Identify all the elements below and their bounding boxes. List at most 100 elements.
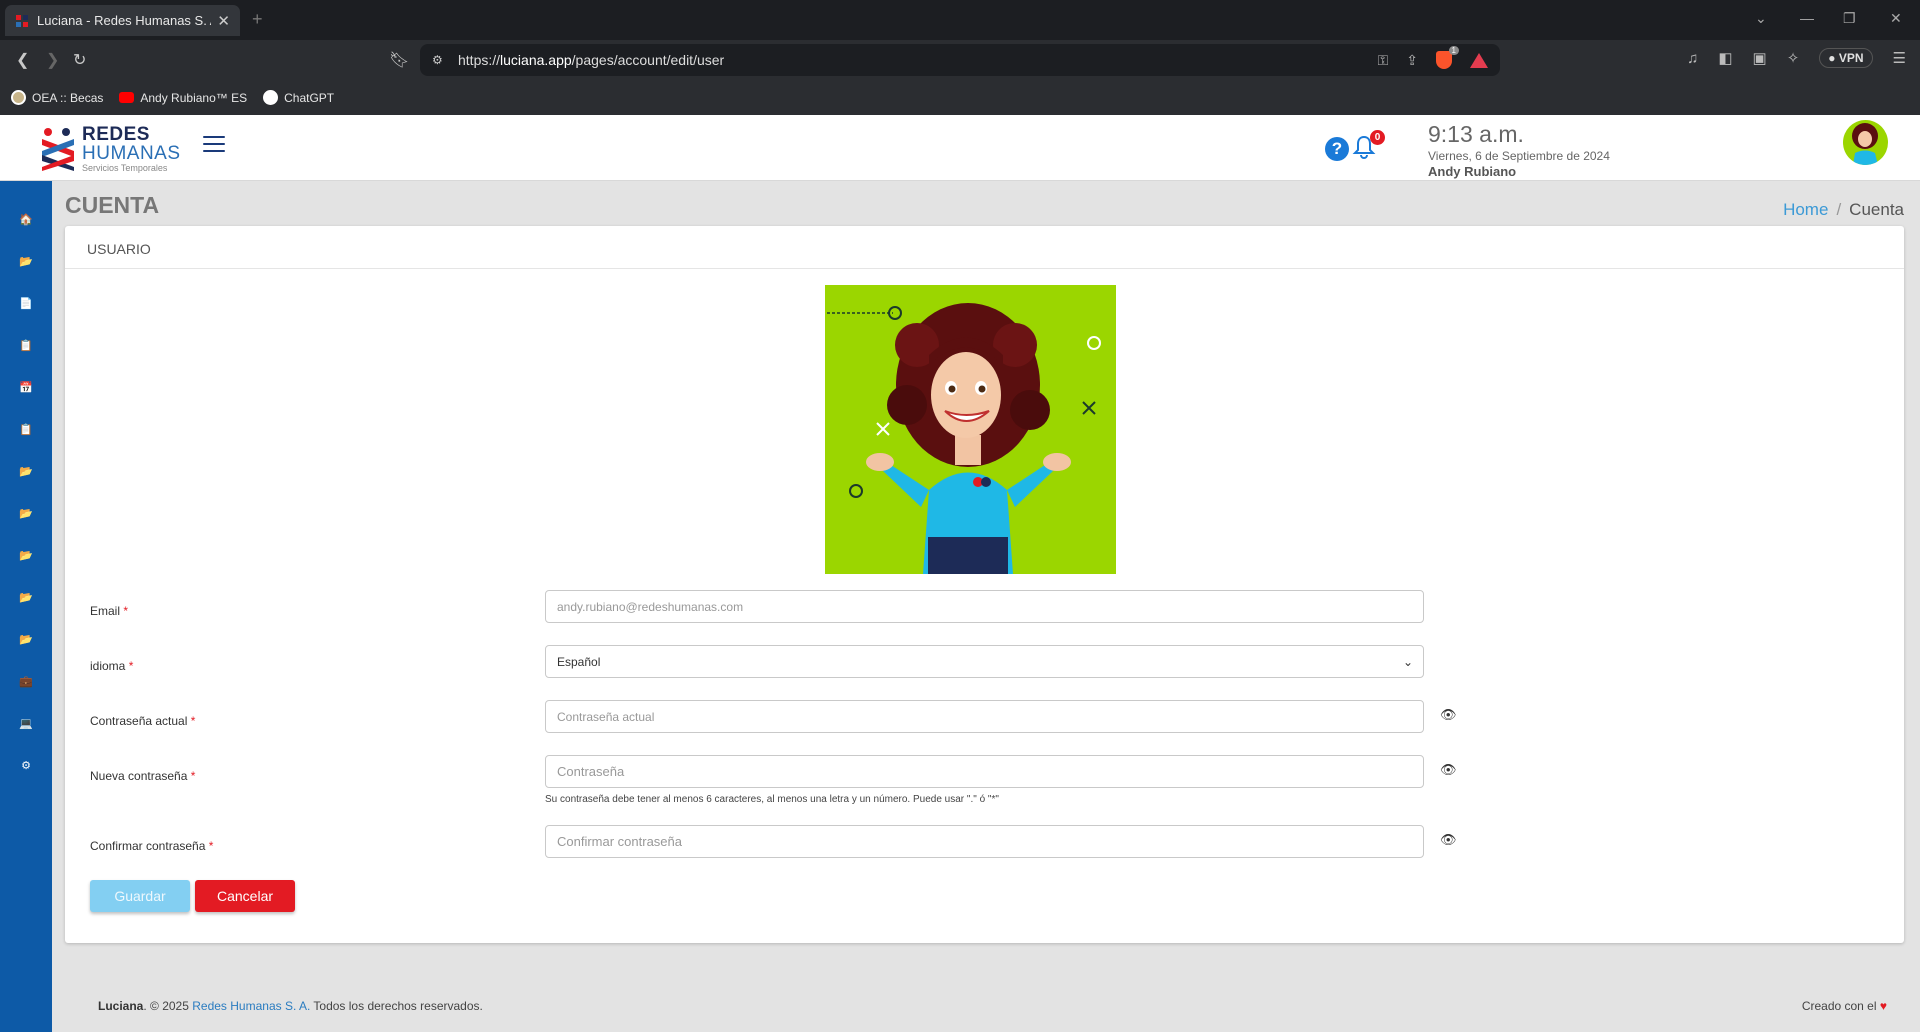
folder-icon[interactable]: 📂 [0, 540, 52, 570]
footer-created-with: Creado con el [1801, 999, 1877, 1013]
footer-company-link[interactable]: Redes Humanas S. A. [192, 999, 310, 1013]
bookmark-chatgpt[interactable]: ChatGPT [263, 90, 334, 105]
heart-icon: ♥ [1879, 999, 1887, 1013]
language-selected-value: Español [557, 654, 601, 669]
bookmark-oea[interactable]: OEA :: Becas [11, 90, 103, 105]
footer-rights: Todos los derechos reservados. [310, 999, 483, 1013]
leo-ai-icon[interactable]: ✧ [1787, 49, 1800, 67]
chatgpt-icon [263, 90, 279, 105]
password-hint: Su contraseña debe tener al menos 6 cara… [545, 794, 999, 805]
required-mark: * [123, 604, 129, 618]
back-icon[interactable]: ❮ [16, 50, 29, 70]
home-icon[interactable]: 🏠 [0, 204, 52, 234]
wallet-icon[interactable]: ▣ [1753, 49, 1767, 67]
folder-icon[interactable]: 📂 [0, 624, 52, 654]
confirm-password-label-text: Confirmar contraseña [90, 839, 206, 853]
breadcrumb-separator: / [1836, 200, 1842, 219]
toggle-visibility-eye-icon[interactable]: 👁︎ [1440, 762, 1457, 778]
toggle-visibility-eye-icon[interactable]: 👁︎ [1440, 832, 1457, 848]
language-label: idioma * [90, 659, 133, 673]
bookmarks-bar: OEA :: Becas Andy Rubiano™ ES ChatGPT [0, 80, 1920, 115]
email-field[interactable]: andy.rubiano@redeshumanas.com [545, 590, 1424, 623]
help-icon[interactable]: ? [1325, 137, 1349, 161]
avatar[interactable] [1843, 120, 1888, 165]
rewards-icon[interactable] [1470, 52, 1488, 68]
gear-icon[interactable]: ⚙ [0, 750, 52, 780]
tab-title: Luciana - Redes Humanas S. A. [37, 13, 212, 28]
share-icon[interactable]: ⇪ [1406, 52, 1418, 69]
current-time: 9:13 a.m. [1428, 121, 1524, 147]
required-mark: * [128, 659, 134, 673]
footer-copyright: Luciana. © 2025 Redes Humanas S. A. Todo… [98, 999, 483, 1013]
window-close-icon[interactable]: ✕ [1890, 10, 1902, 27]
site-favicon-icon [15, 14, 29, 28]
confirm-password-field[interactable]: Confirmar contraseña [545, 825, 1424, 858]
new-password-label: Nueva contraseña * [90, 769, 195, 783]
email-label: Email * [90, 604, 128, 618]
footer-credit: Creado con el ♥ [1802, 999, 1887, 1013]
clock-widget: 9:13 a.m. Viernes, 6 de Septiembre de 20… [1428, 121, 1610, 179]
footer-app-name: Luciana [98, 999, 144, 1013]
browser-tab[interactable]: Luciana - Redes Humanas S. A. ✕ [5, 5, 240, 36]
folder-icon[interactable]: 📂 [0, 456, 52, 486]
bookmark-youtube[interactable]: Andy Rubiano™ ES [119, 91, 247, 105]
language-label-text: idioma [90, 659, 126, 673]
hamburger-menu-icon[interactable] [203, 136, 225, 157]
folder-icon[interactable]: 📂 [0, 246, 52, 276]
chevron-down-icon: ⌄ [1402, 654, 1413, 669]
brave-shield-icon[interactable]: 1 [1436, 46, 1459, 69]
email-label-text: Email [90, 604, 121, 618]
new-password-label-text: Nueva contraseña [90, 769, 188, 783]
toggle-visibility-eye-icon[interactable]: 👁︎ [1440, 707, 1457, 723]
menu-icon[interactable]: ☰ [1893, 49, 1906, 67]
calendar-icon[interactable]: 📅 [0, 372, 52, 402]
tab-list-chevron-icon[interactable]: ⌄ [1755, 10, 1767, 27]
sidebar-toggle-icon[interactable]: ◧ [1718, 49, 1732, 67]
app-logo[interactable]: REDES HUMANAS Servicios Temporales [40, 125, 181, 173]
folder-icon[interactable]: 📂 [0, 498, 52, 528]
restore-icon[interactable]: ❐ [1843, 10, 1856, 27]
vpn-label: VPN [1838, 51, 1864, 65]
sidebar: 🏠 📂 📄 📋 📅 📋 📂 📂 📂 📂 📂 💼 💻 ⚙ [0, 181, 52, 1032]
breadcrumb-home-link[interactable]: Home [1783, 200, 1828, 219]
document-icon[interactable]: 📄 [0, 288, 52, 318]
new-password-field[interactable]: Contraseña [545, 755, 1424, 788]
bookmark-label: ChatGPT [284, 90, 335, 105]
notifications-bell-icon[interactable]: 0 [1352, 130, 1385, 161]
save-button[interactable]: Guardar [90, 880, 190, 912]
laptop-icon[interactable]: 💻 [0, 708, 52, 738]
new-tab-icon[interactable]: + [252, 9, 263, 30]
forward-icon[interactable]: ❯ [46, 50, 59, 70]
site-settings-icon[interactable]: ⚙ [432, 53, 443, 67]
current-password-label: Contraseña actual * [90, 714, 195, 728]
profile-picture[interactable] [825, 285, 1116, 574]
folder-icon[interactable]: 📂 [0, 582, 52, 612]
current-password-field[interactable]: Contraseña actual [545, 700, 1424, 733]
reload-icon[interactable]: ↻ [73, 50, 86, 70]
cancel-button[interactable]: Cancelar [195, 880, 295, 912]
url-path: /pages/account/edit/user [571, 52, 725, 68]
briefcase-icon[interactable]: 💼 [0, 666, 52, 696]
media-icon[interactable]: ♫ [1687, 50, 1698, 67]
minimize-icon[interactable]: — [1800, 10, 1814, 26]
vpn-button[interactable]: ● VPN [1819, 48, 1873, 68]
logo-tagline: Servicios Temporales [82, 163, 168, 173]
user-name: Andy Rubiano [1428, 164, 1517, 179]
address-bar[interactable]: ⚙ https://luciana.app/pages/account/edit… [420, 44, 1500, 76]
tab-close-icon[interactable]: ✕ [217, 12, 230, 30]
bookmark-label: OEA :: Becas [32, 90, 104, 105]
current-date: Viernes, 6 de Septiembre de 2024 [1428, 149, 1610, 163]
report-icon[interactable]: 📋 [0, 330, 52, 360]
current-password-label-text: Contraseña actual [90, 714, 188, 728]
user-card: USUARIO Email * andy.rubiano@redeshumana… [65, 226, 1904, 943]
card-title: USUARIO [65, 226, 1904, 269]
app-header: REDES HUMANAS Servicios Temporales ? 0 9… [0, 115, 1920, 181]
logo-line2: HUMANAS [82, 143, 181, 164]
required-mark: * [190, 714, 196, 728]
bookmark-icon[interactable]: 🔖︎ [389, 50, 409, 70]
key-icon[interactable]: ⚿ [1378, 52, 1389, 69]
language-select[interactable]: Español ⌄ [545, 645, 1424, 678]
notification-badge: 0 [1370, 130, 1385, 145]
page-title: CUENTA [65, 192, 160, 218]
report-icon[interactable]: 📋 [0, 414, 52, 444]
